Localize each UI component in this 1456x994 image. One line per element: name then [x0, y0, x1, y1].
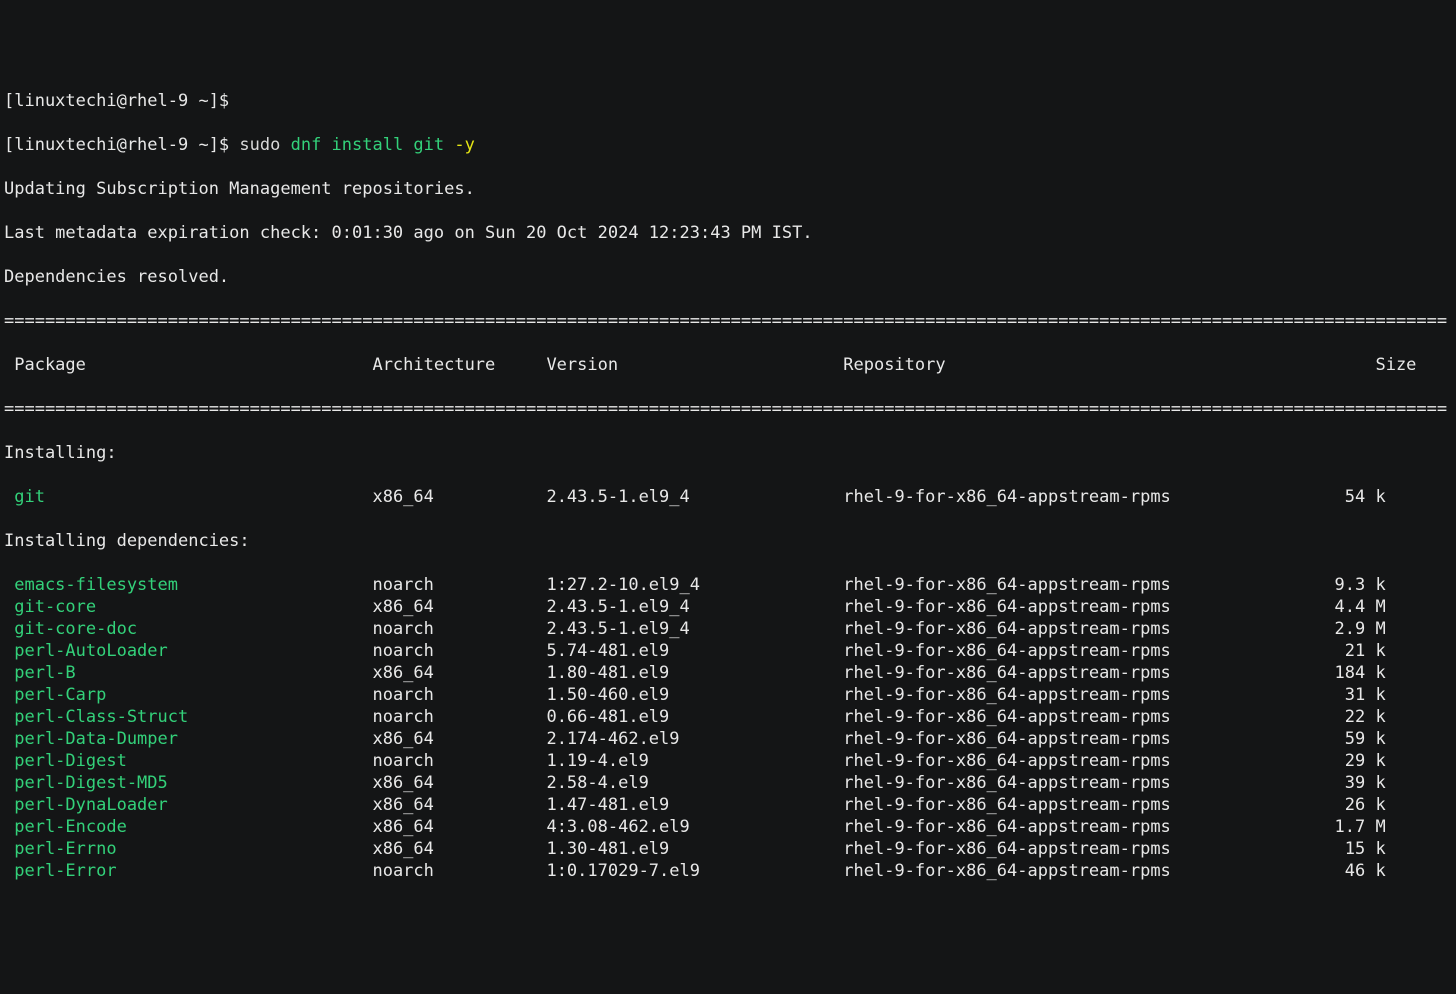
package-details: noarch 5.74-481.el9 rhel-9-for-x86_64-ap… [372, 641, 1385, 661]
package-name: git-core-doc [4, 619, 372, 639]
command-flag: -y [454, 135, 474, 155]
table-row: perl-Digest noarch 1.19-4.el9 rhel-9-for… [4, 750, 1452, 772]
package-details: noarch 0.66-481.el9 rhel-9-for-x86_64-ap… [372, 707, 1385, 727]
command-main: dnf install git [291, 135, 455, 155]
package-name: perl-Encode [4, 817, 372, 837]
table-row: perl-DynaLoader x86_64 1.47-481.el9 rhel… [4, 794, 1452, 816]
output-deps-resolved: Dependencies resolved. [4, 266, 1452, 288]
package-details: noarch 1:0.17029-7.el9 rhel-9-for-x86_64… [372, 861, 1385, 881]
prompt-line-2[interactable]: [linuxtechi@rhel-9 ~]$ sudo dnf install … [4, 134, 1452, 156]
package-name: perl-Class-Struct [4, 707, 372, 727]
package-name: perl-AutoLoader [4, 641, 372, 661]
package-details: x86_64 2.43.5-1.el9_4 rhel-9-for-x86_64-… [372, 597, 1385, 617]
package-name: perl-B [4, 663, 372, 683]
table-row: perl-Digest-MD5 x86_64 2.58-4.el9 rhel-9… [4, 772, 1452, 794]
package-details: x86_64 1.80-481.el9 rhel-9-for-x86_64-ap… [372, 663, 1385, 683]
package-name: perl-Carp [4, 685, 372, 705]
package-details: x86_64 2.43.5-1.el9_4 rhel-9-for-x86_64-… [372, 487, 1385, 507]
label-installing-deps: Installing dependencies: [4, 530, 1452, 552]
table-row: git-core x86_64 2.43.5-1.el9_4 rhel-9-fo… [4, 596, 1452, 618]
package-details: x86_64 1.47-481.el9 rhel-9-for-x86_64-ap… [372, 795, 1385, 815]
table-row: perl-B x86_64 1.80-481.el9 rhel-9-for-x8… [4, 662, 1452, 684]
table-header: Package Architecture Version Repository … [4, 354, 1452, 376]
table-row: emacs-filesystem noarch 1:27.2-10.el9_4 … [4, 574, 1452, 596]
table-row: perl-Error noarch 1:0.17029-7.el9 rhel-9… [4, 860, 1452, 882]
table-row: perl-Errno x86_64 1.30-481.el9 rhel-9-fo… [4, 838, 1452, 860]
prompt-line-1: [linuxtechi@rhel-9 ~]$ [4, 90, 1452, 112]
command-sudo: sudo [239, 135, 290, 155]
package-name: perl-Digest-MD5 [4, 773, 372, 793]
output-repo: Updating Subscription Management reposit… [4, 178, 1452, 200]
prompt-text: [linuxtechi@rhel-9 ~]$ [4, 135, 239, 155]
table-row: perl-Data-Dumper x86_64 2.174-462.el9 rh… [4, 728, 1452, 750]
package-details: noarch 1.50-460.el9 rhel-9-for-x86_64-ap… [372, 685, 1385, 705]
package-details: noarch 1:27.2-10.el9_4 rhel-9-for-x86_64… [372, 575, 1385, 595]
package-details: x86_64 4:3.08-462.el9 rhel-9-for-x86_64-… [372, 817, 1385, 837]
package-name: perl-Data-Dumper [4, 729, 372, 749]
package-details: noarch 1.19-4.el9 rhel-9-for-x86_64-apps… [372, 751, 1385, 771]
output-metadata: Last metadata expiration check: 0:01:30 … [4, 222, 1452, 244]
table-row: perl-Encode x86_64 4:3.08-462.el9 rhel-9… [4, 816, 1452, 838]
package-name: emacs-filesystem [4, 575, 372, 595]
package-details: noarch 2.43.5-1.el9_4 rhel-9-for-x86_64-… [372, 619, 1385, 639]
table-row: perl-AutoLoader noarch 5.74-481.el9 rhel… [4, 640, 1452, 662]
package-name: perl-DynaLoader [4, 795, 372, 815]
package-details: x86_64 2.58-4.el9 rhel-9-for-x86_64-apps… [372, 773, 1385, 793]
table-row: git x86_64 2.43.5-1.el9_4 rhel-9-for-x86… [4, 486, 1452, 508]
package-name: git [4, 487, 372, 507]
table-row: perl-Class-Struct noarch 0.66-481.el9 rh… [4, 706, 1452, 728]
prompt-text: [linuxtechi@rhel-9 ~]$ [4, 91, 229, 111]
table-row: perl-Carp noarch 1.50-460.el9 rhel-9-for… [4, 684, 1452, 706]
package-name: perl-Digest [4, 751, 372, 771]
package-details: x86_64 1.30-481.el9 rhel-9-for-x86_64-ap… [372, 839, 1385, 859]
package-name: perl-Error [4, 861, 372, 881]
table-row: git-core-doc noarch 2.43.5-1.el9_4 rhel-… [4, 618, 1452, 640]
package-details: x86_64 2.174-462.el9 rhel-9-for-x86_64-a… [372, 729, 1385, 749]
package-name: git-core [4, 597, 372, 617]
separator-mid: ========================================… [4, 398, 1452, 420]
label-installing: Installing: [4, 442, 1452, 464]
package-name: perl-Errno [4, 839, 372, 859]
separator-top: ========================================… [4, 310, 1452, 332]
